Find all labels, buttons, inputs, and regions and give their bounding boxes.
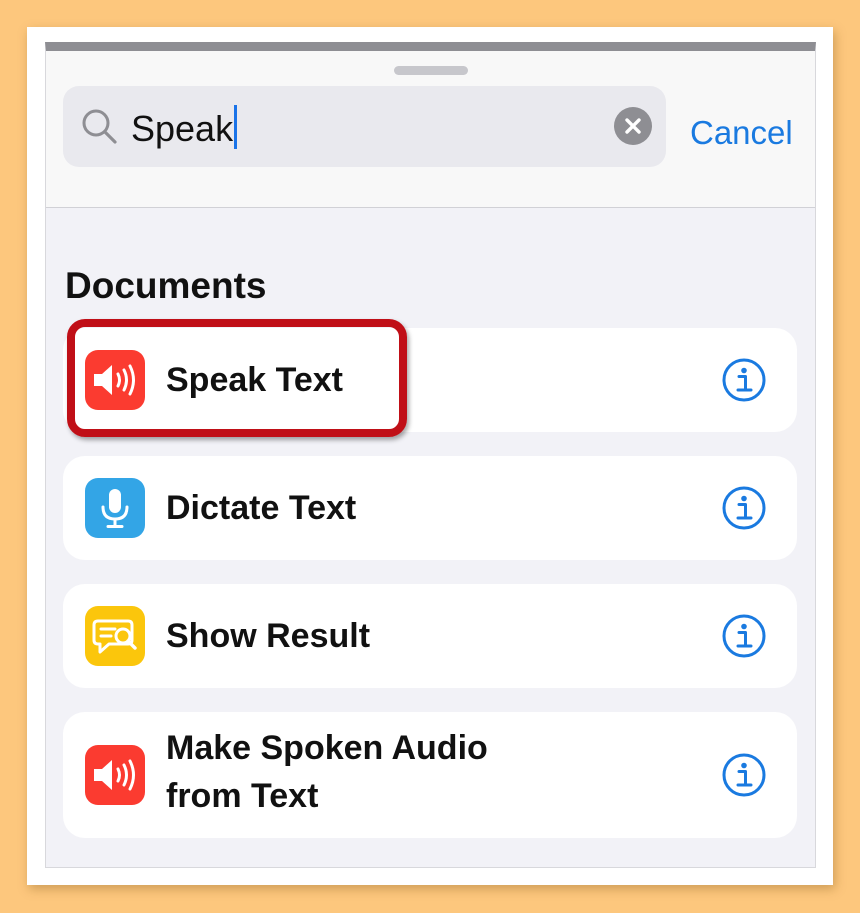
info-icon[interactable] <box>721 613 767 659</box>
info-icon[interactable] <box>721 485 767 531</box>
show-result-icon <box>85 606 145 666</box>
action-label-line-1: Make Spoken Audio <box>166 729 488 767</box>
sheet-grabber[interactable] <box>394 66 468 75</box>
clear-icon <box>625 118 641 134</box>
action-search-sheet: Speak Cancel Documents Speak Text Dictat… <box>45 42 816 868</box>
info-icon[interactable] <box>721 752 767 798</box>
search-field[interactable]: Speak <box>63 86 666 167</box>
action-row-speak-text[interactable]: Speak Text <box>63 328 797 432</box>
action-row-show-result[interactable]: Show Result <box>63 584 797 688</box>
search-input-value: Speak <box>131 108 234 149</box>
action-label: Show Result <box>166 617 371 655</box>
action-label: Speak Text <box>166 361 344 399</box>
action-label: Make Spoken Audio from Text <box>166 724 606 820</box>
microphone-icon <box>85 478 145 538</box>
search-input[interactable]: Speak <box>131 105 238 150</box>
text-caret <box>234 105 238 149</box>
sheet-header: Speak Cancel <box>46 51 815 208</box>
action-label: Dictate Text <box>166 489 357 527</box>
clear-search-button[interactable] <box>614 107 652 145</box>
speaker-icon <box>85 350 145 410</box>
search-icon <box>82 109 117 144</box>
info-icon[interactable] <box>721 357 767 403</box>
action-row-dictate-text[interactable]: Dictate Text <box>63 456 797 560</box>
action-label-line-2: from Text <box>166 777 319 815</box>
speaker-icon <box>85 745 145 805</box>
action-row-make-spoken-audio[interactable]: Make Spoken Audio from Text <box>63 712 797 838</box>
section-title-documents: Documents <box>65 265 267 306</box>
cancel-button[interactable]: Cancel <box>690 113 793 153</box>
